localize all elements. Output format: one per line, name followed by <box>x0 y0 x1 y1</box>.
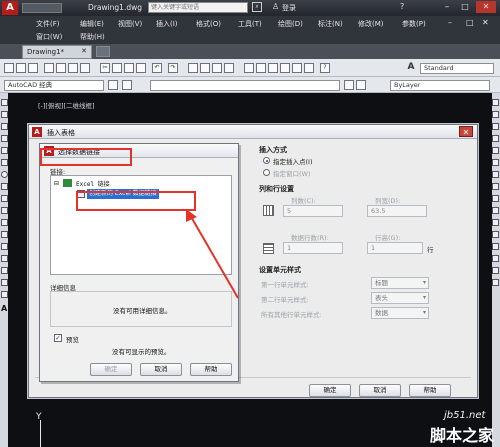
annotation-arrow <box>186 209 239 299</box>
arrow-head <box>186 209 197 222</box>
watermark: jb51.net 脚本之家 <box>410 410 500 447</box>
watermark-site-name: 脚本之家 <box>430 426 495 445</box>
watermark-domain: jb51.net <box>444 410 486 421</box>
arrow-shaft <box>189 214 239 299</box>
